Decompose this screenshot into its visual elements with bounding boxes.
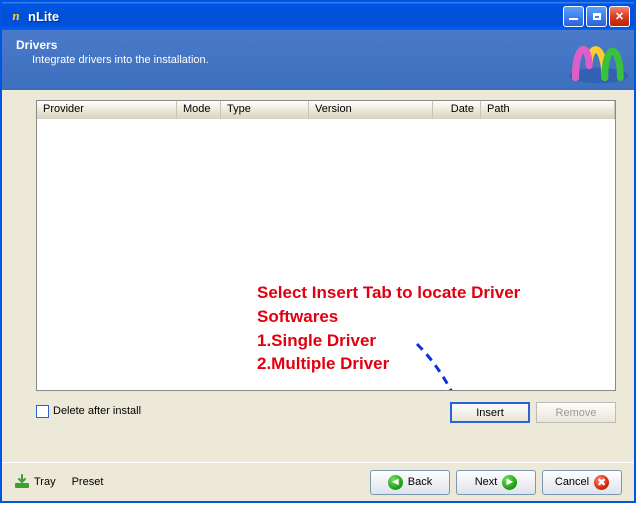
preset-label: Preset: [72, 476, 104, 488]
back-label: Back: [408, 476, 432, 488]
delete-after-install-checkbox[interactable]: [36, 405, 49, 418]
tray-label: Tray: [34, 476, 56, 488]
insert-button-label: Insert: [476, 407, 504, 419]
remove-button-label: Remove: [556, 407, 597, 419]
remove-button: Remove: [536, 402, 616, 423]
table-body[interactable]: Select Insert Tab to locate Driver Softw…: [37, 119, 615, 390]
annotation-arrow-icon: [397, 339, 487, 390]
close-button[interactable]: ✕: [609, 6, 630, 27]
app-logo: [556, 30, 634, 90]
window-title: nLite: [28, 9, 59, 24]
tray-button[interactable]: Tray: [14, 474, 56, 490]
back-button[interactable]: ◄ Back: [370, 470, 450, 495]
col-date[interactable]: Date: [433, 101, 481, 119]
annotation-line2: Softwares: [257, 305, 587, 329]
annotation-line3: 1.Single Driver: [257, 329, 587, 353]
col-version[interactable]: Version: [309, 101, 433, 119]
col-provider[interactable]: Provider: [37, 101, 177, 119]
col-path[interactable]: Path: [481, 101, 615, 119]
next-label: Next: [475, 476, 498, 488]
annotation-line4: 2.Multiple Driver: [257, 352, 587, 376]
preset-button[interactable]: Preset: [72, 476, 104, 488]
annotation-line1: Select Insert Tab to locate Driver: [257, 283, 520, 302]
cancel-label: Cancel: [555, 476, 589, 488]
titlebar: n nLite ✕: [2, 2, 634, 30]
next-button[interactable]: Next ►: [456, 470, 536, 495]
insert-button[interactable]: Insert: [450, 402, 530, 423]
page-heading: Drivers: [16, 38, 620, 52]
cancel-button[interactable]: Cancel ✖: [542, 470, 622, 495]
col-mode[interactable]: Mode: [177, 101, 221, 119]
minimize-button[interactable]: [563, 6, 584, 27]
content-area: Provider Mode Type Version Date Path Sel…: [10, 94, 626, 459]
annotation-overlay: Select Insert Tab to locate Driver Softw…: [257, 281, 587, 376]
next-arrow-icon: ►: [502, 475, 517, 490]
footer: Tray Preset ◄ Back Next ► Cancel ✖: [2, 462, 634, 501]
maximize-button[interactable]: [586, 6, 607, 27]
table-header-row: Provider Mode Type Version Date Path: [37, 101, 615, 119]
window-buttons: ✕: [563, 6, 630, 27]
drivers-table: Provider Mode Type Version Date Path Sel…: [36, 100, 616, 391]
page-subheading: Integrate drivers into the installation.: [32, 54, 620, 66]
page-header: Drivers Integrate drivers into the insta…: [2, 30, 634, 90]
app-window: n nLite ✕ Drivers Integrate drivers into…: [0, 0, 636, 503]
col-type[interactable]: Type: [221, 101, 309, 119]
back-arrow-icon: ◄: [388, 475, 403, 490]
cancel-icon: ✖: [594, 475, 609, 490]
tray-icon: [14, 474, 30, 490]
app-icon: n: [8, 8, 24, 24]
delete-after-install-label: Delete after install: [53, 405, 141, 417]
